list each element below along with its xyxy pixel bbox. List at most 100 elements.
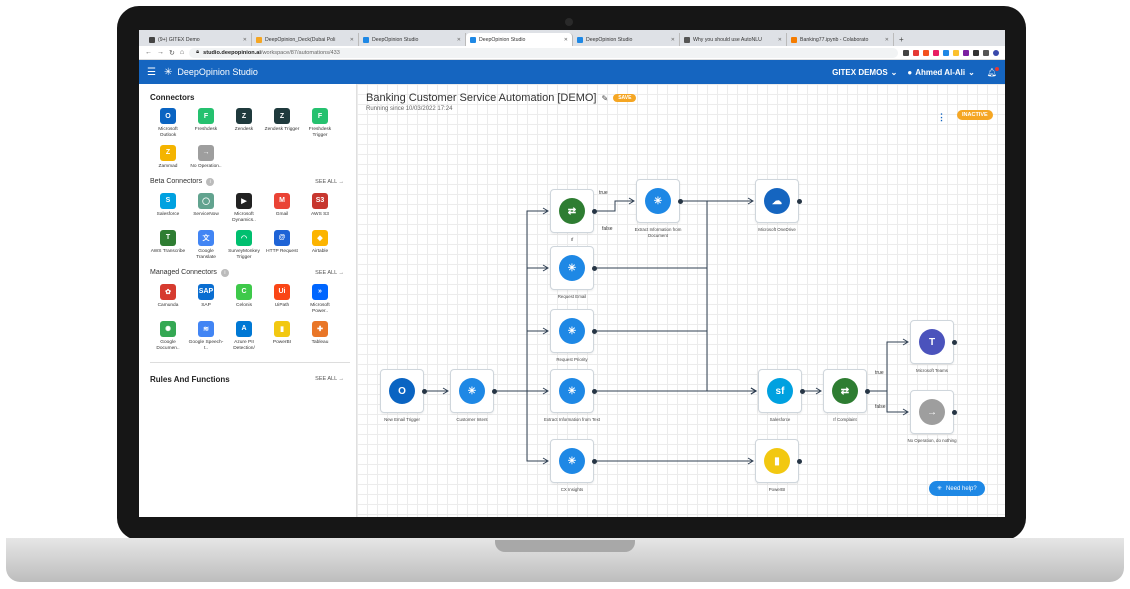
flow-node-powerbi[interactable]: ▮ xyxy=(755,439,799,483)
flow-node-if2[interactable]: ⇄ xyxy=(823,369,867,413)
puzzle-icon[interactable] xyxy=(973,49,979,56)
connector-item[interactable]: T AWS Transcribe xyxy=(150,229,186,261)
connector-item[interactable]: O Microsoft Outlook xyxy=(150,108,186,139)
output-port[interactable] xyxy=(952,340,957,345)
flow-node-salesforce[interactable]: sf xyxy=(758,369,802,413)
extension-icon[interactable] xyxy=(913,49,919,56)
browser-tab[interactable]: (9+) GITEX Demo ✕ xyxy=(145,33,252,46)
output-port[interactable] xyxy=(865,389,870,394)
output-port[interactable] xyxy=(592,459,597,464)
close-tab-icon[interactable]: ✕ xyxy=(243,37,247,43)
extension-icon[interactable] xyxy=(933,49,939,56)
close-tab-icon[interactable]: ✕ xyxy=(564,37,568,43)
output-port[interactable] xyxy=(678,199,683,204)
flow-node-extract-text[interactable]: ✳ xyxy=(550,369,594,413)
extension-icon[interactable] xyxy=(953,49,959,56)
connector-item[interactable]: Z Zammad xyxy=(150,144,186,170)
browser-tab[interactable]: DeepOpinion_Deck(Dubai Poli ✕ xyxy=(252,33,359,46)
beta-see-all-link[interactable]: SEE ALL → xyxy=(315,179,344,185)
profile-icon[interactable] xyxy=(993,49,999,56)
connector-item[interactable]: Ui UiPath xyxy=(264,283,300,315)
flow-edge-true[interactable] xyxy=(594,200,633,212)
connector-item[interactable]: » Microsoft Power.. xyxy=(302,283,338,315)
connector-item[interactable]: F Freshdesk xyxy=(188,108,224,139)
reload-icon[interactable]: ↻ xyxy=(169,49,175,57)
rules-see-all-link[interactable]: SEE ALL → xyxy=(315,376,344,382)
close-tab-icon[interactable]: ✕ xyxy=(457,37,461,43)
extension-icon[interactable] xyxy=(943,49,949,56)
url-field[interactable]: 🔒︎ studio.deepopinion.ai /workspace/87/a… xyxy=(189,47,898,58)
flow-node-teams[interactable]: T xyxy=(910,320,954,364)
menu-icon[interactable]: ☰ xyxy=(147,67,156,78)
flow-edge[interactable] xyxy=(494,390,547,462)
browser-tab[interactable]: DeepOpinion Studio ✕ xyxy=(359,33,466,46)
extension-icon[interactable] xyxy=(923,49,929,56)
connector-item[interactable]: ✚ Tableau xyxy=(302,320,338,352)
connector-item[interactable]: ◠ SurveyMonkey Trigger xyxy=(226,229,262,261)
need-help-button[interactable]: ✳ Need help? xyxy=(929,481,985,496)
flow-node-onedrive[interactable]: ☁ xyxy=(755,179,799,223)
connector-item[interactable]: → No Operation.. xyxy=(188,144,224,170)
connector-item[interactable]: S3 AWS S3 xyxy=(302,192,338,224)
connector-item[interactable]: ▮ PowerBI xyxy=(264,320,300,352)
output-port[interactable] xyxy=(952,410,957,415)
flow-node-outlook[interactable]: O xyxy=(380,369,424,413)
home-icon[interactable]: ⌂ xyxy=(180,49,184,56)
flow-node-if1[interactable]: ⇄ xyxy=(550,189,594,233)
extension-icon[interactable] xyxy=(963,49,969,56)
connector-item[interactable]: Z Zendesk Trigger xyxy=(264,108,300,139)
browser-tab[interactable]: DeepOpinion Studio ✕ xyxy=(573,33,680,46)
output-port[interactable] xyxy=(592,209,597,214)
output-port[interactable] xyxy=(592,329,597,334)
connector-item[interactable]: ◆ Airtable xyxy=(302,229,338,261)
managed-see-all-link[interactable]: SEE ALL → xyxy=(315,270,344,276)
connector-item[interactable]: ≋ Google Speech-t.. xyxy=(188,320,224,352)
output-port[interactable] xyxy=(422,389,427,394)
connector-item[interactable]: ◯ ServiceNow xyxy=(188,192,224,224)
close-tab-icon[interactable]: ✕ xyxy=(671,37,675,43)
connector-item[interactable]: 文 Google Translate xyxy=(188,229,224,261)
flow-node-noop[interactable]: → xyxy=(910,390,954,434)
output-port[interactable] xyxy=(592,389,597,394)
user-menu[interactable]: ● Ahmed Al-Ali ⌄ xyxy=(907,68,974,77)
connector-item[interactable]: ▶ Microsoft Dynamics.. xyxy=(226,192,262,224)
close-tab-icon[interactable]: ✕ xyxy=(885,37,889,43)
connector-item[interactable]: F Freshdesk Trigger xyxy=(302,108,338,139)
automation-canvas[interactable]: Banking Customer Service Automation [DEM… xyxy=(357,84,1005,517)
flow-edge[interactable] xyxy=(494,267,547,392)
info-icon[interactable]: i xyxy=(220,268,229,277)
forward-icon[interactable]: → xyxy=(157,49,164,56)
flow-node-cx[interactable]: ✳ xyxy=(550,439,594,483)
close-tab-icon[interactable]: ✕ xyxy=(350,37,354,43)
browser-tab[interactable]: DeepOpinion Studio ✕ xyxy=(466,33,573,46)
output-port[interactable] xyxy=(797,459,802,464)
bell-icon[interactable]: 🔔︎ xyxy=(987,66,999,77)
output-port[interactable] xyxy=(797,199,802,204)
flow-node-intent[interactable]: ✳ xyxy=(450,369,494,413)
info-icon[interactable]: i xyxy=(206,177,215,186)
new-tab-icon[interactable]: + xyxy=(899,33,904,46)
flow-node-extract-doc[interactable]: ✳ xyxy=(636,179,680,223)
flow-node-req-priority[interactable]: ✳ xyxy=(550,309,594,353)
flow-edge[interactable] xyxy=(594,330,755,392)
flow-edge-false[interactable] xyxy=(867,390,907,413)
output-port[interactable] xyxy=(492,389,497,394)
output-port[interactable] xyxy=(592,266,597,271)
flow-edge[interactable] xyxy=(594,267,755,392)
sidepanel-icon[interactable] xyxy=(983,49,989,56)
connector-item[interactable]: SAP SAP xyxy=(188,283,224,315)
flow-edge-true[interactable] xyxy=(867,341,907,392)
connector-item[interactable]: S Salesforce xyxy=(150,192,186,224)
connector-item[interactable]: M Gmail xyxy=(264,192,300,224)
browser-tab[interactable]: Why you should use AutoNLU ✕ xyxy=(680,33,787,46)
flow-edge[interactable] xyxy=(680,200,755,392)
workspace-selector[interactable]: GITEX DEMOS ⌄ xyxy=(832,68,897,77)
back-icon[interactable]: ← xyxy=(145,49,152,56)
connector-item[interactable]: ✿ Camunda xyxy=(150,283,186,315)
connector-item[interactable]: Z Zendesk xyxy=(226,108,262,139)
connector-item[interactable]: @ HTTP Request xyxy=(264,229,300,261)
connector-item[interactable]: ✺ Google Documen.. xyxy=(150,320,186,352)
extension-icon[interactable] xyxy=(903,49,909,56)
browser-tab[interactable]: Banking77.ipynb - Colaborato ✕ xyxy=(787,33,894,46)
connector-item[interactable]: C Celonis xyxy=(226,283,262,315)
